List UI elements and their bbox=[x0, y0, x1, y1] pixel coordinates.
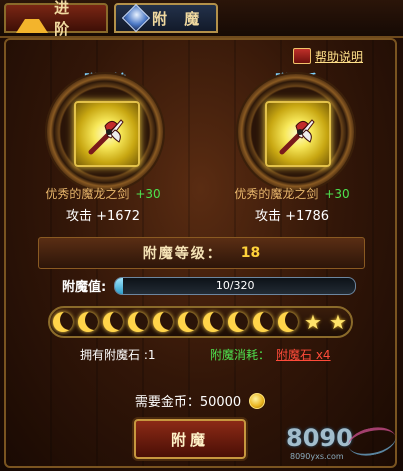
tab-enchant[interactable]: 附 魔 bbox=[114, 3, 218, 33]
logo-url: 8090yxs.com bbox=[290, 452, 344, 461]
before-item-bonus: +30 bbox=[135, 187, 161, 201]
moon-icon bbox=[103, 312, 123, 332]
gold-required: 需要金币：50000 bbox=[60, 391, 340, 410]
moon-icon bbox=[178, 312, 198, 332]
enchant-points-row: 附魔值: 10/320 bbox=[62, 276, 357, 295]
moon-icon bbox=[203, 312, 223, 332]
after-item-bonus: +30 bbox=[324, 187, 350, 201]
after-item-slot[interactable] bbox=[265, 101, 331, 167]
moon-icon bbox=[253, 312, 273, 332]
after-item-name-text: 优秀的魔龙之剑 bbox=[234, 187, 319, 201]
before-item-name: 优秀的魔龙之剑 +30 bbox=[23, 185, 183, 202]
tab-advance-label: 进 阶 bbox=[54, 0, 76, 38]
gem-icon bbox=[121, 3, 151, 33]
arrow-up-icon bbox=[16, 1, 49, 33]
logo-swoosh-icon bbox=[345, 423, 399, 460]
star-icon: ★ bbox=[329, 310, 347, 334]
gold-coin-icon bbox=[249, 392, 266, 409]
sword-icon bbox=[279, 119, 315, 155]
enchant-stage-indicator: ★ ★ bbox=[48, 306, 353, 338]
sword-icon bbox=[88, 119, 124, 155]
before-item-name-text: 优秀的魔龙之剑 bbox=[45, 187, 130, 201]
enchant-points-label: 附魔值: bbox=[62, 280, 107, 295]
enchant-panel: 进 阶 附 魔 帮助说明 附魔前 优秀的魔龙之剑+30 攻击 +1672 附魔后 bbox=[0, 0, 403, 471]
book-icon bbox=[293, 48, 311, 64]
consume-cost-link[interactable]: 附魔石 x4 bbox=[276, 348, 331, 362]
star-icon: ★ bbox=[304, 310, 322, 334]
moon-icon bbox=[128, 312, 148, 332]
tab-advance[interactable]: 进 阶 bbox=[4, 0, 108, 38]
logo-text: 8090 bbox=[286, 424, 353, 452]
enchant-points-bar: 10/320 bbox=[114, 276, 357, 295]
site-logo: 8090 8090yxs.com bbox=[286, 423, 400, 466]
enchant-level-bar: 附魔等级： 18 bbox=[38, 237, 365, 269]
moon-icon bbox=[278, 312, 298, 332]
consume-label: 附魔消耗： bbox=[210, 348, 271, 362]
after-attack: 攻击 +1786 bbox=[254, 209, 330, 224]
help-link[interactable]: 帮助说明 bbox=[293, 46, 377, 66]
enchant-button[interactable]: 附魔 bbox=[134, 419, 246, 459]
moon-icon bbox=[53, 312, 73, 332]
enchant-level-value: 18 bbox=[240, 245, 261, 261]
before-item-slot[interactable] bbox=[74, 101, 140, 167]
moon-icon bbox=[228, 312, 248, 332]
gold-label: 需要金币：50000 bbox=[134, 395, 242, 410]
enchant-consume: 附魔消耗： 附魔石 x4 bbox=[210, 346, 331, 363]
tab-bar: 进 阶 附 魔 bbox=[0, 0, 403, 38]
stones-owned: 拥有附魔石 :1 bbox=[80, 348, 156, 362]
tab-enchant-label: 附 魔 bbox=[152, 9, 206, 28]
moon-icon bbox=[153, 312, 173, 332]
before-attack: 攻击 +1672 bbox=[65, 209, 141, 224]
enchant-level-label: 附魔等级： bbox=[142, 246, 223, 262]
enchant-points-text: 10/320 bbox=[215, 278, 255, 292]
moon-icon bbox=[78, 312, 98, 332]
after-item-name: 优秀的魔龙之剑 +30 bbox=[212, 185, 372, 202]
help-label: 帮助说明 bbox=[315, 49, 364, 64]
